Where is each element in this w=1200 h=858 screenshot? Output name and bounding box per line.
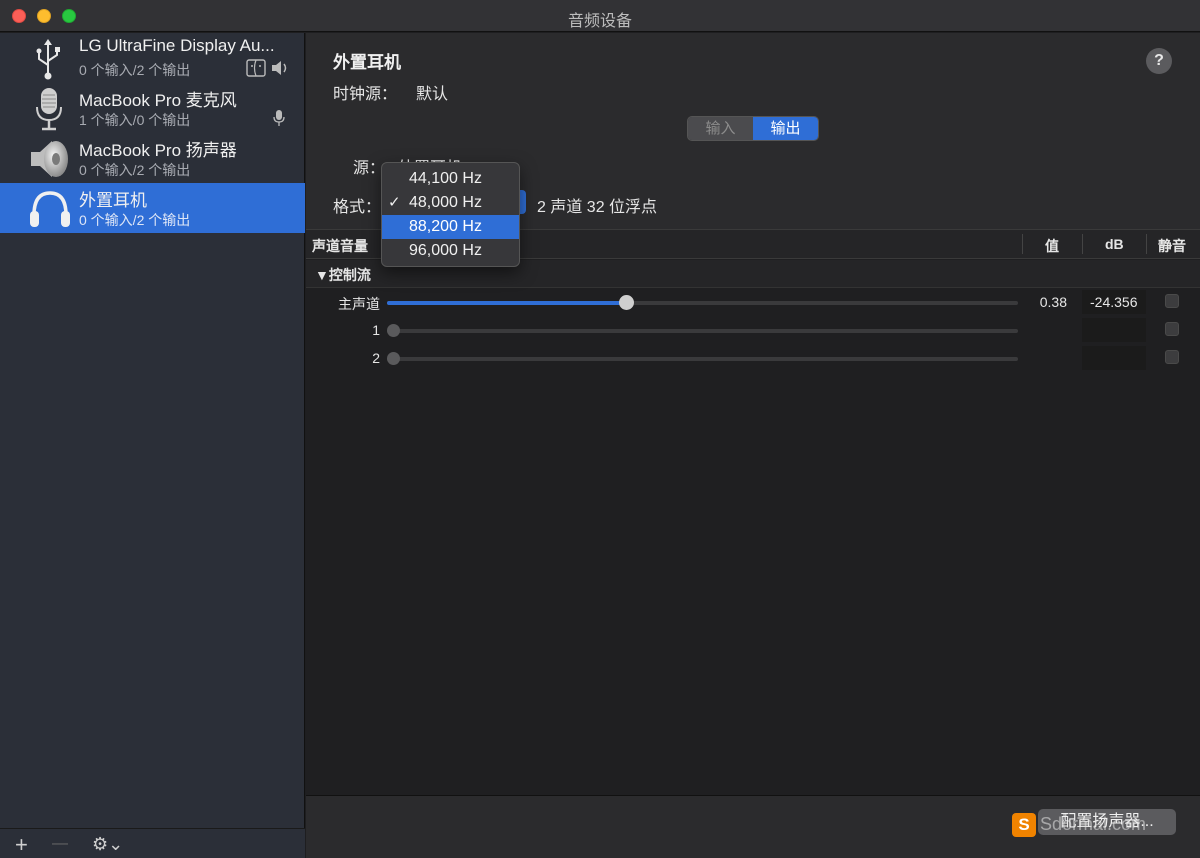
watermark-text: Sdormal.com: [1040, 814, 1147, 834]
device-name: 外置耳机: [79, 191, 147, 210]
device-io-count: 0 个输入/2 个输出: [79, 162, 191, 178]
clock-source-value[interactable]: 默认: [416, 80, 448, 104]
channel-db[interactable]: -24.356: [1082, 290, 1146, 314]
help-button[interactable]: ?: [1146, 48, 1172, 74]
clock-source-label: 时钟源：: [333, 86, 398, 103]
channel-label: 2: [372, 350, 380, 366]
remove-device-button[interactable]: —: [52, 835, 68, 853]
channel-db[interactable]: [1082, 346, 1146, 370]
menu-item-88200[interactable]: 88,200 Hz: [382, 215, 519, 239]
table-row: 2: [306, 344, 1200, 372]
small-microphone-icon: [273, 110, 285, 126]
volume-slider-knob[interactable]: [386, 324, 400, 337]
mute-checkbox[interactable]: [1165, 350, 1179, 364]
device-name: MacBook Pro 扬声器: [79, 141, 237, 160]
menu-item-label: 44,100 Hz: [409, 170, 482, 187]
table-row: 主声道 0.38 -24.356: [306, 288, 1200, 316]
volume-fill: [387, 301, 627, 305]
microphone-icon: [36, 88, 62, 131]
detail-header: 外置耳机 时钟源： 默认 ?: [306, 33, 1200, 129]
column-divider: [1082, 234, 1083, 254]
device-io-count: 0 个输入/2 个输出: [79, 62, 191, 78]
device-io-count: 0 个输入/2 个输出: [79, 212, 191, 228]
group-label: ▼控制流: [315, 267, 371, 283]
tab-input[interactable]: 输入: [688, 117, 753, 140]
table-row: 1: [306, 316, 1200, 344]
sample-rate-menu: 44,100 Hz ✓ 48,000 Hz 88,200 Hz 96,000 Hz: [381, 162, 520, 267]
menu-item-48000[interactable]: ✓ 48,000 Hz: [382, 191, 519, 215]
device-title: 外置耳机: [333, 53, 401, 72]
speaker-icon: [31, 141, 68, 177]
headphones-icon: [30, 191, 70, 227]
column-channel-volume: 声道音量: [312, 238, 368, 254]
volume-slider-knob[interactable]: [619, 295, 635, 310]
channel-value: 0.38: [1039, 294, 1067, 310]
column-value: 值: [1045, 238, 1059, 254]
watermark-logo-icon: S: [1012, 813, 1036, 837]
speaker-volume-icon: [272, 61, 287, 75]
device-sidebar: LG UltraFine Display Au... 0 个输入/2 个输出 M…: [0, 33, 305, 858]
menu-item-44100[interactable]: 44,100 Hz: [382, 167, 519, 191]
device-item-lg-ultrafine[interactable]: LG UltraFine Display Au... 0 个输入/2 个输出: [0, 33, 305, 83]
device-name: LG UltraFine Display Au...: [79, 36, 275, 55]
menu-item-label: 48,000 Hz: [409, 194, 482, 211]
column-divider: [1146, 234, 1147, 254]
tab-output[interactable]: 输出: [753, 117, 818, 140]
device-item-macbook-mic[interactable]: MacBook Pro 麦克风 1 个输入/0 个输出: [0, 83, 305, 133]
device-name: MacBook Pro 麦克风: [79, 91, 237, 110]
format-label: 格式：: [333, 199, 382, 216]
mute-checkbox[interactable]: [1165, 322, 1179, 336]
column-db: dB: [1105, 236, 1124, 252]
window-title: 音频设备: [567, 13, 632, 30]
menu-item-label: 88,200 Hz: [409, 218, 482, 235]
volume-slider-knob[interactable]: [386, 352, 400, 365]
device-detail-pane: 外置耳机 时钟源： 默认 ? 源： 外置耳机 格式： 2 声道 32 位浮点 输…: [306, 33, 1200, 858]
device-io-count: 1 个输入/0 个输出: [79, 112, 191, 128]
column-mute: 静音: [1158, 238, 1186, 254]
sidebar-toolbar: + — ⚙︎⌄: [0, 828, 305, 858]
volume-slider[interactable]: [387, 301, 1018, 305]
channel-db[interactable]: [1082, 318, 1146, 342]
mute-checkbox[interactable]: [1165, 294, 1179, 308]
channel-label: 主声道: [338, 296, 380, 312]
volume-slider[interactable]: [387, 329, 1018, 333]
device-item-external-headphones[interactable]: 外置耳机 0 个输入/2 个输出: [0, 183, 305, 233]
gear-menu-button[interactable]: ⚙︎⌄: [92, 834, 123, 855]
column-divider: [1022, 234, 1023, 254]
menu-item-label: 96,000 Hz: [409, 242, 482, 259]
finder-icon: [246, 59, 266, 77]
volume-slider[interactable]: [387, 357, 1018, 361]
io-tabs: 输入 输出: [687, 116, 819, 141]
device-item-macbook-speaker[interactable]: MacBook Pro 扬声器 0 个输入/2 个输出: [0, 133, 305, 183]
menu-item-96000[interactable]: 96,000 Hz: [382, 239, 519, 263]
checkmark-icon: ✓: [388, 194, 401, 211]
usb-icon: [36, 39, 60, 80]
format-value[interactable]: 2 声道 32 位浮点: [537, 193, 657, 217]
add-device-button[interactable]: +: [15, 832, 28, 858]
channel-label: 1: [372, 322, 380, 338]
title-bar: 音频设备: [0, 0, 1200, 32]
